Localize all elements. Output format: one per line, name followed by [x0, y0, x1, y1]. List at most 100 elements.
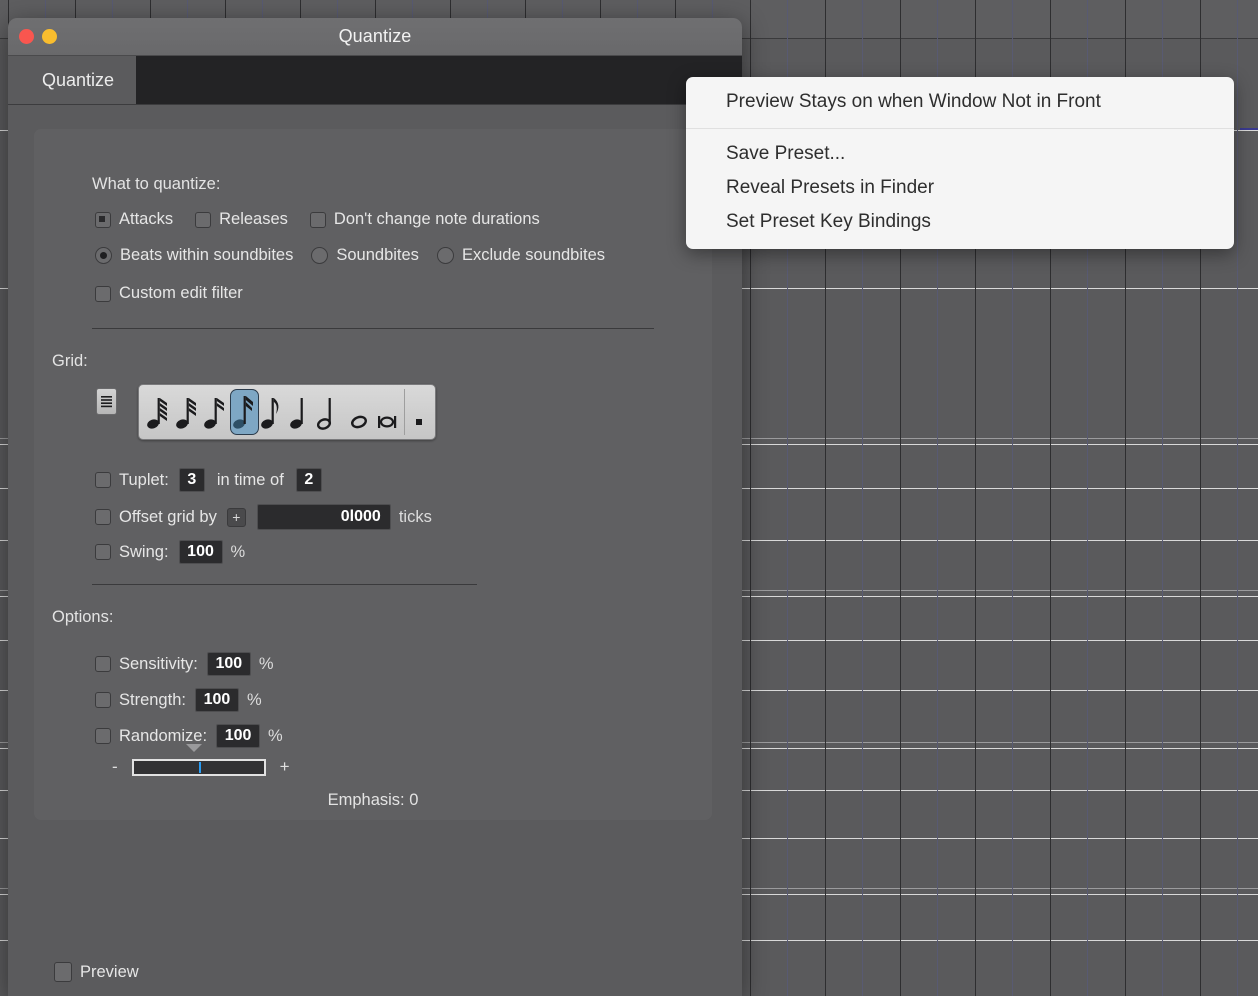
checkbox-dont-change-durations-box[interactable] [310, 212, 326, 228]
grid-mode-list-icon[interactable] [96, 388, 117, 415]
checkbox-dont-change-durations[interactable]: Don't change note durations [310, 210, 540, 229]
radio-exclude-soundbites-dot[interactable] [437, 247, 454, 264]
menu-item-preview-stays-on[interactable]: Preview Stays on when Window Not in Fron… [686, 85, 1234, 119]
tab-quantize[interactable]: Quantize [18, 56, 136, 104]
quarter-note-icon [289, 392, 315, 432]
tab-bar: Quantize [8, 56, 742, 105]
sixty-fourth-note-icon [146, 392, 172, 432]
checkbox-randomize[interactable] [95, 728, 111, 744]
strength-row: Strength: 100 % [95, 688, 262, 712]
offset-sign-button[interactable]: + [227, 508, 246, 527]
double-whole-note-icon [374, 392, 400, 432]
strength-value-field[interactable]: 100 [195, 688, 239, 712]
checkbox-dont-change-durations-label: Don't change note durations [334, 210, 540, 229]
note-value-eighth-selected[interactable] [230, 389, 259, 435]
checkbox-tuplet[interactable] [95, 472, 111, 488]
emphasis-slider-caret-wrap [186, 744, 202, 752]
offset-ticks-unit: ticks [399, 508, 432, 527]
sensitivity-unit: % [259, 655, 274, 674]
window-title: Quantize [339, 26, 412, 47]
minimize-window-button[interactable] [42, 29, 57, 44]
checkbox-releases[interactable]: Releases [195, 210, 288, 229]
palette-separator [404, 389, 405, 435]
tuplet-base-field[interactable]: 2 [296, 468, 322, 492]
eighth-note-icon [260, 392, 286, 432]
radio-exclude-soundbites[interactable]: Exclude soundbites [437, 246, 605, 265]
offset-grid-label: Offset grid by [119, 508, 217, 527]
grid-label: Grid: [52, 352, 88, 371]
radio-soundbites[interactable]: Soundbites [311, 246, 419, 265]
traffic-light-group [19, 18, 57, 55]
checkbox-custom-edit-filter[interactable]: Custom edit filter [95, 284, 243, 303]
radio-beats-within-soundbites-dot[interactable] [95, 247, 112, 264]
window-titlebar[interactable]: Quantize [8, 18, 742, 56]
checkbox-preview[interactable] [54, 962, 72, 982]
emphasis-slider-caret [186, 744, 202, 752]
note-value-half[interactable] [316, 389, 344, 435]
note-value-sixty-fourth[interactable] [145, 389, 173, 435]
tab-quantize-label: Quantize [42, 70, 114, 91]
checkbox-sensitivity[interactable] [95, 656, 111, 672]
radio-soundbites-label: Soundbites [336, 246, 419, 265]
preview-label: Preview [80, 963, 139, 982]
settings-panel: What to quantize: Attacks Releases Don't… [34, 129, 712, 820]
strength-unit: % [247, 691, 262, 710]
what-to-quantize-label: What to quantize: [92, 175, 220, 194]
sensitivity-row: Sensitivity: 100 % [95, 652, 274, 676]
divider-bottom [92, 584, 477, 585]
note-value-dot[interactable] [408, 389, 429, 435]
note-value-double-whole[interactable] [373, 389, 401, 435]
sensitivity-value-field[interactable]: 100 [207, 652, 251, 676]
note-value-whole[interactable] [344, 389, 372, 435]
half-note-icon [317, 392, 343, 432]
radio-soundbites-dot[interactable] [311, 247, 328, 264]
checkbox-attacks-box[interactable] [95, 212, 111, 228]
menu-item-save-preset[interactable]: Save Preset... [686, 137, 1234, 171]
sensitivity-label: Sensitivity: [119, 655, 198, 674]
radio-beats-within-soundbites[interactable]: Beats within soundbites [95, 246, 293, 265]
note-value-sixteenth[interactable] [202, 389, 230, 435]
note-value-thirty-second[interactable] [173, 389, 201, 435]
checkbox-strength[interactable] [95, 692, 111, 708]
swing-unit: % [231, 543, 246, 562]
note-value-eighth[interactable] [259, 389, 287, 435]
randomize-unit: % [268, 727, 283, 746]
checkbox-releases-box[interactable] [195, 212, 211, 228]
menu-separator [686, 128, 1234, 129]
tuplet-in-time-of-label: in time of [217, 471, 284, 490]
close-window-button[interactable] [19, 29, 34, 44]
offset-grid-row: Offset grid by + 0l000 ticks [95, 504, 432, 530]
menu-item-set-preset-key-bindings[interactable]: Set Preset Key Bindings [686, 205, 1234, 239]
tuplet-count-field[interactable]: 3 [179, 468, 205, 492]
emphasis-increment-button[interactable]: + [280, 757, 290, 777]
randomize-label: Randomize: [119, 727, 207, 746]
eighth-note-selected-icon [232, 392, 258, 432]
emphasis-decrement-button[interactable]: - [112, 757, 118, 777]
randomize-value-field[interactable]: 100 [216, 724, 260, 748]
checkbox-custom-edit-filter-box[interactable] [95, 286, 111, 302]
emphasis-slider[interactable] [132, 759, 266, 776]
dot-icon [413, 392, 425, 432]
emphasis-value-label: Emphasis: 0 [34, 791, 712, 810]
preset-context-menu: Preview Stays on when Window Not in Fron… [686, 77, 1234, 249]
checkbox-offset-grid[interactable] [95, 509, 111, 525]
radio-exclude-soundbites-label: Exclude soundbites [462, 246, 605, 265]
emphasis-slider-row: - + [112, 757, 290, 777]
grid-note-value-palette [138, 384, 436, 440]
tuplet-label: Tuplet: [119, 471, 169, 490]
what-to-quantize-checkbox-row: Attacks Releases Don't change note durat… [95, 210, 540, 229]
quantize-window: Quantize Quantize What to quantize: Atta… [8, 18, 742, 996]
options-label: Options: [52, 608, 113, 627]
sixteenth-note-icon [203, 392, 229, 432]
checkbox-attacks-label: Attacks [119, 210, 173, 229]
radio-beats-within-soundbites-label: Beats within soundbites [120, 246, 293, 265]
menu-item-reveal-presets-in-finder[interactable]: Reveal Presets in Finder [686, 171, 1234, 205]
swing-value-field[interactable]: 100 [179, 540, 223, 564]
note-value-quarter[interactable] [287, 389, 315, 435]
preview-row[interactable]: Preview [54, 962, 139, 982]
emphasis-slider-thumb[interactable] [199, 762, 201, 773]
offset-ticks-field[interactable]: 0l000 [257, 504, 391, 530]
soundbite-radio-row: Beats within soundbites Soundbites Exclu… [95, 246, 605, 265]
checkbox-attacks[interactable]: Attacks [95, 210, 173, 229]
checkbox-swing[interactable] [95, 544, 111, 560]
